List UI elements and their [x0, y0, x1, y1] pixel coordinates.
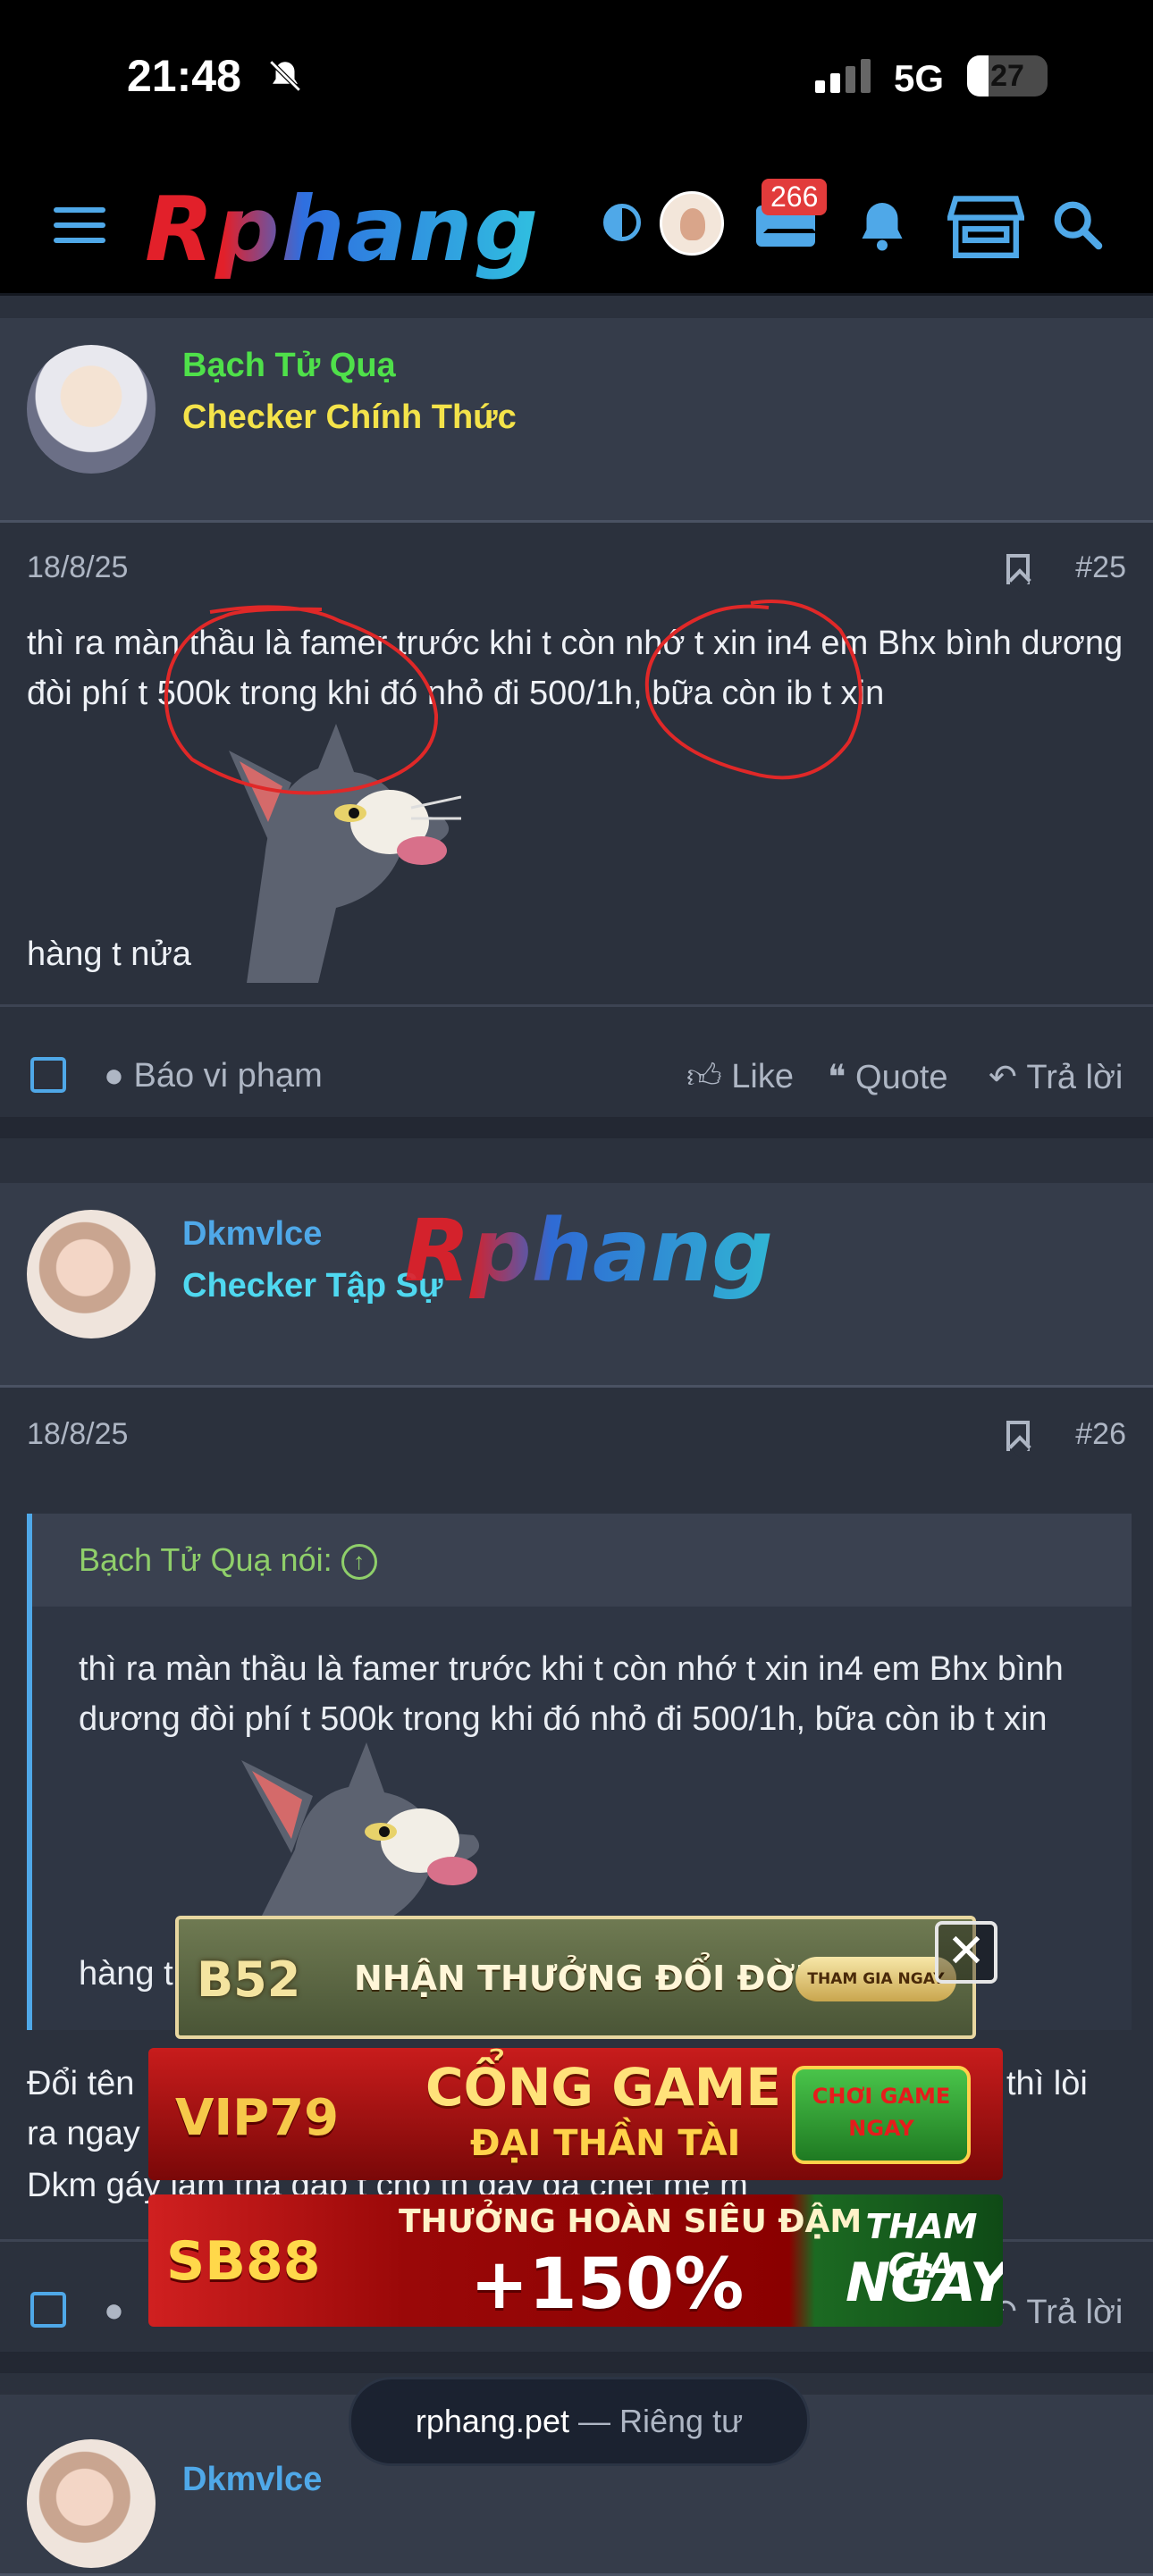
- bookmark-icon[interactable]: [1006, 1421, 1030, 1451]
- author-username[interactable]: Bạch Tử Quạ: [182, 347, 396, 385]
- ad-headline: NHẬN THƯỞNG ĐỔI ĐỜI: [354, 1959, 808, 1998]
- report-icon[interactable]: ●: [104, 2292, 124, 2330]
- author-avatar[interactable]: [27, 2439, 156, 2568]
- quote-text: thì ra màn thầu là famer trước khi t còn…: [79, 1650, 1064, 1738]
- watermark-logo: Rphang: [404, 1201, 773, 1301]
- select-checkbox[interactable]: [30, 2292, 66, 2328]
- post-author-band: Bạch Tử Quạ Checker Chính Thức: [0, 318, 1153, 523]
- store-icon[interactable]: [947, 191, 1024, 259]
- url-pill[interactable]: rphang.pet — Riêng tư: [349, 2377, 810, 2466]
- domain-text: rphang.pet: [415, 2403, 569, 2439]
- reply-button[interactable]: ↶ Trả lời: [989, 2292, 1123, 2332]
- search-icon[interactable]: [1051, 198, 1103, 250]
- theme-toggle-icon[interactable]: [603, 204, 641, 241]
- author-title: Checker Chính Thức: [182, 399, 517, 436]
- site-logo[interactable]: Rphang: [145, 177, 540, 281]
- like-button[interactable]: 👍︎ Like: [686, 1057, 794, 1097]
- ad-brand: B52: [197, 1951, 301, 2008]
- ad-brand: SB88: [166, 2230, 321, 2293]
- reply-label: Trả lời: [1026, 1059, 1124, 1096]
- reply-label: Trả lời: [1026, 2294, 1124, 2331]
- author-username[interactable]: Dkmvlce: [182, 2461, 322, 2499]
- report-label: Báo vi phạm: [133, 1057, 323, 1095]
- ad-cta-line2[interactable]: NGAY: [846, 2252, 1003, 2314]
- ad-cta-button[interactable]: THAM GIA NGAY: [795, 1957, 956, 2001]
- post-date[interactable]: 18/8/25: [27, 1417, 128, 1452]
- signal-icon: [815, 59, 876, 93]
- ad-banner-vip79[interactable]: VIP79 CỔNG GAME ĐẠI THẦN TÀI CHƠI GAME N…: [148, 2048, 1003, 2180]
- post-author-band: Dkmvlce Checker Tập Sự Rphang: [0, 1183, 1153, 1388]
- author-username[interactable]: Dkmvlce: [182, 1215, 322, 1254]
- quote-author[interactable]: Bạch Tử Quạ nói:: [79, 1541, 332, 1578]
- status-time: 21:48: [127, 51, 241, 101]
- network-type: 5G: [894, 57, 945, 99]
- report-button[interactable]: ● Báo vi phạm: [104, 1057, 323, 1095]
- ad-brand: VIP79: [175, 2089, 340, 2147]
- author-avatar[interactable]: [27, 1210, 156, 1338]
- reply-button[interactable]: ↶ Trả lời: [989, 1057, 1123, 1097]
- menu-icon[interactable]: [54, 207, 105, 243]
- close-ad-icon[interactable]: ✕: [935, 1921, 997, 1984]
- user-avatar[interactable]: [660, 191, 724, 256]
- reply-text-line1-end: thì lòi: [1006, 2065, 1088, 2102]
- post-body-text-end: hàng t nửa: [27, 936, 191, 973]
- quote-header[interactable]: Bạch Tử Quạ nói: ↑: [32, 1514, 1132, 1607]
- post-number[interactable]: #25: [1075, 550, 1126, 585]
- quote-button[interactable]: ❝ Quote: [828, 1057, 948, 1097]
- ad-headline: CỔNG GAME: [425, 2057, 782, 2118]
- select-checkbox[interactable]: [30, 1057, 66, 1093]
- ad-cta-line1: CHƠI GAME: [812, 2084, 951, 2109]
- notification-bell-icon[interactable]: [855, 198, 909, 252]
- battery-level: 27: [990, 59, 1024, 93]
- like-label: Like: [731, 1058, 794, 1095]
- ad-subheadline: ĐẠI THẦN TÀI: [470, 2123, 741, 2164]
- privacy-label: — Riêng tư: [578, 2403, 744, 2439]
- ad-headline: THƯỞNG HOÀN SIÊU ĐẬM: [399, 2203, 863, 2240]
- post-date[interactable]: 18/8/25: [27, 550, 128, 585]
- quote-label: Quote: [855, 1059, 948, 1096]
- bell-off-icon: [269, 60, 301, 92]
- bookmark-icon[interactable]: [1006, 554, 1030, 584]
- ad-promo-value: +150%: [470, 2245, 745, 2325]
- quote-text-end: hàng t: [79, 1955, 173, 1993]
- status-bar: 21:48 5G 27: [0, 0, 1153, 152]
- ad-banner-sb88[interactable]: SB88 THƯỞNG HOÀN SIÊU ĐẬM +150% THAM GIA…: [148, 2194, 1003, 2327]
- tom-cat-sticker: [241, 1742, 480, 1921]
- ad-cta-line2: NGAY: [848, 2116, 914, 2141]
- post-number[interactable]: #26: [1075, 1417, 1126, 1452]
- inbox-badge: 266: [762, 179, 828, 215]
- post-actions-bar: ● Báo vi phạm 👍︎ Like ❝ Quote ↶ Trả lời: [0, 1004, 1153, 1138]
- author-avatar[interactable]: [27, 345, 156, 474]
- red-circle-annotation: [164, 600, 863, 795]
- ad-cta-button[interactable]: CHƠI GAME NGAY: [792, 2066, 971, 2164]
- ad-banner-b52[interactable]: B52 NHẬN THƯỞNG ĐỔI ĐỜI THAM GIA NGAY: [175, 1916, 976, 2039]
- jump-up-icon[interactable]: ↑: [341, 1544, 377, 1581]
- battery-icon: 27: [967, 55, 1048, 96]
